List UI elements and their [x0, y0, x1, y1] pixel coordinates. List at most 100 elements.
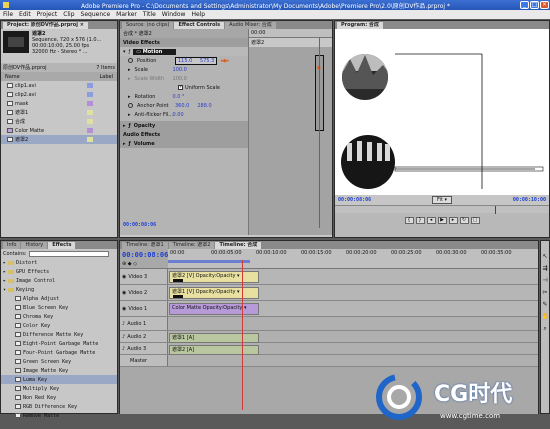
snap-icon[interactable]: ⊕: [122, 261, 126, 267]
antiflicker-row[interactable]: ▸ Anti-flicker Fil... 0.00: [120, 110, 248, 119]
uniform-scale-row[interactable]: ✓ Uniform Scale: [120, 83, 248, 92]
tab-timeline-mask2[interactable]: Timeline: 遮罩2: [168, 242, 215, 249]
menu-marker[interactable]: Marker: [116, 11, 137, 18]
stopwatch-icon[interactable]: [128, 103, 133, 108]
eye-icon[interactable]: ◉: [122, 274, 126, 280]
tab-program[interactable]: Program: 合成: [337, 22, 383, 29]
effect-item[interactable]: Multiply Key: [1, 384, 117, 393]
expand-icon[interactable]: ▸: [128, 94, 131, 100]
tab-close-icon[interactable]: ×: [80, 22, 84, 28]
effect-item[interactable]: Non Red Key: [1, 393, 117, 402]
razor-tool-icon[interactable]: ✂: [542, 289, 549, 297]
position-value-box[interactable]: 115.0 575.3: [175, 56, 218, 65]
safe-margins-icon[interactable]: ▢: [470, 217, 480, 224]
tab-timeline-composite[interactable]: Timeline: 合成: [215, 242, 262, 249]
timeline-playhead[interactable]: [242, 260, 243, 410]
fx-toggle-icon[interactable]: ƒ: [129, 123, 131, 129]
uniform-scale-checkbox[interactable]: ✓: [178, 85, 183, 90]
tab-effects[interactable]: Effects: [48, 242, 76, 249]
fx-toggle-icon[interactable]: ƒ: [129, 49, 131, 55]
keyframe-nav-icon[interactable]: ◂◆▸: [220, 58, 229, 64]
speaker-icon[interactable]: ♪: [122, 334, 125, 340]
expand-icon[interactable]: ▸: [128, 112, 131, 118]
tab-history[interactable]: History: [21, 242, 48, 249]
effect-item[interactable]: Chroma Key: [1, 312, 117, 321]
ripple-edit-tool-icon[interactable]: ⊣: [542, 277, 549, 285]
ec-timecode[interactable]: 00:00:08:06: [123, 222, 156, 228]
tab-source[interactable]: Source: (no clips): [122, 22, 174, 29]
tab-audio-mixer[interactable]: Audio Mixer: 合成: [225, 22, 276, 29]
expand-icon[interactable]: ▸: [123, 141, 126, 147]
menu-edit[interactable]: Edit: [19, 11, 31, 18]
clip-video2[interactable]: 遮罩1 [V] Opacity:Opacity ▾: [169, 287, 259, 299]
list-item-selected[interactable]: 遮罩2: [1, 135, 117, 144]
effect-item[interactable]: Alpha Adjust: [1, 294, 117, 303]
expand-icon[interactable]: ▸: [3, 278, 6, 284]
effect-item[interactable]: Blue Screen Key: [1, 303, 117, 312]
position-x[interactable]: 115.0: [178, 58, 192, 64]
list-item[interactable]: mask: [1, 99, 117, 108]
track-select-tool-icon[interactable]: ⇶: [542, 265, 549, 273]
pen-tool-icon[interactable]: ✎: [542, 301, 549, 309]
zoom-tool-icon[interactable]: ⌕: [542, 325, 549, 333]
list-item[interactable]: 合成: [1, 117, 117, 126]
effect-item-selected[interactable]: Luma Key: [1, 375, 117, 384]
expand-icon[interactable]: ▸: [3, 260, 6, 266]
keyframe-icon[interactable]: ◇: [133, 261, 137, 267]
work-area-bar[interactable]: [168, 260, 250, 263]
anchor-row[interactable]: Anchor Point 360.0 288.0: [120, 101, 248, 110]
list-item[interactable]: clip2.avi: [1, 90, 117, 99]
program-current-time[interactable]: 00:00:08:06: [338, 197, 371, 203]
position-row[interactable]: Position 115.0 575.3 ◂◆▸: [120, 56, 248, 65]
set-out-icon[interactable]: }: [415, 217, 425, 224]
expand-icon[interactable]: ▸: [123, 123, 126, 129]
tab-info[interactable]: Info: [3, 242, 21, 249]
scale-value[interactable]: 100.0: [173, 67, 187, 73]
menu-help[interactable]: Help: [191, 11, 205, 18]
effects-folder[interactable]: ▸ GPU Effects: [1, 267, 117, 276]
fx-toggle-icon[interactable]: ƒ: [129, 141, 131, 147]
motion-row[interactable]: ▾ ƒ ▭ Motion: [120, 47, 248, 56]
tab-timeline-mask1[interactable]: Timeline: 遮罩1: [122, 242, 168, 249]
rotation-row[interactable]: ▸ Rotation 0.0 °: [120, 92, 248, 101]
stopwatch-icon[interactable]: [128, 58, 133, 63]
effect-item[interactable]: RGB Difference Key: [1, 402, 117, 411]
effects-search-input[interactable]: [28, 250, 109, 257]
column-name[interactable]: Name: [5, 74, 20, 80]
effects-folder-open[interactable]: ▾ Keying: [1, 285, 117, 294]
menu-file[interactable]: File: [3, 11, 13, 18]
motion-box[interactable]: ▭ Motion: [133, 48, 177, 55]
clip-video3[interactable]: 遮罩2 [V] Opacity:Opacity ▾: [169, 271, 259, 283]
effect-item[interactable]: Difference Matte Key: [1, 330, 117, 339]
maximize-button[interactable]: □: [530, 1, 539, 9]
effect-item[interactable]: Image Matte Key: [1, 366, 117, 375]
antiflicker-value[interactable]: 0.00: [173, 112, 184, 118]
list-item[interactable]: Color Matte: [1, 126, 117, 135]
anchor-y[interactable]: 288.0: [197, 103, 211, 109]
speaker-icon[interactable]: ♪: [122, 346, 125, 352]
column-label[interactable]: Label: [100, 74, 114, 80]
scrubber-playhead[interactable]: [495, 206, 496, 214]
loop-icon[interactable]: ↻: [459, 217, 469, 224]
expand-icon[interactable]: ▾: [3, 287, 6, 293]
eye-icon[interactable]: ◉: [122, 290, 126, 296]
step-forward-icon[interactable]: ▸: [448, 217, 458, 224]
clip-audio3[interactable]: 遮罩2 [A]: [169, 345, 259, 355]
volume-row[interactable]: ▸ ƒ Volume: [120, 139, 248, 148]
position-y[interactable]: 575.3: [200, 58, 214, 64]
effect-item[interactable]: Four-Point Garbage Matte: [1, 348, 117, 357]
effects-folder[interactable]: ▸ Distort: [1, 258, 117, 267]
set-in-icon[interactable]: {: [404, 217, 414, 224]
speaker-icon[interactable]: ♪: [122, 321, 125, 327]
scale-row[interactable]: ▸ Scale 100.0: [120, 65, 248, 74]
selection-tool-icon[interactable]: ↖: [542, 253, 549, 261]
timeline-timecode[interactable]: 00:00:08:06: [122, 251, 168, 259]
eye-icon[interactable]: ◉: [122, 306, 126, 312]
minimize-button[interactable]: _: [520, 1, 529, 9]
effect-item[interactable]: Green Screen Key: [1, 357, 117, 366]
tab-project[interactable]: Project: 原创DV作品.prproj ×: [3, 22, 88, 29]
expand-icon[interactable]: ▸: [3, 269, 6, 275]
menu-project[interactable]: Project: [37, 11, 58, 18]
anchor-x[interactable]: 360.0: [175, 103, 189, 109]
effect-item[interactable]: Remove Matte: [1, 411, 117, 420]
